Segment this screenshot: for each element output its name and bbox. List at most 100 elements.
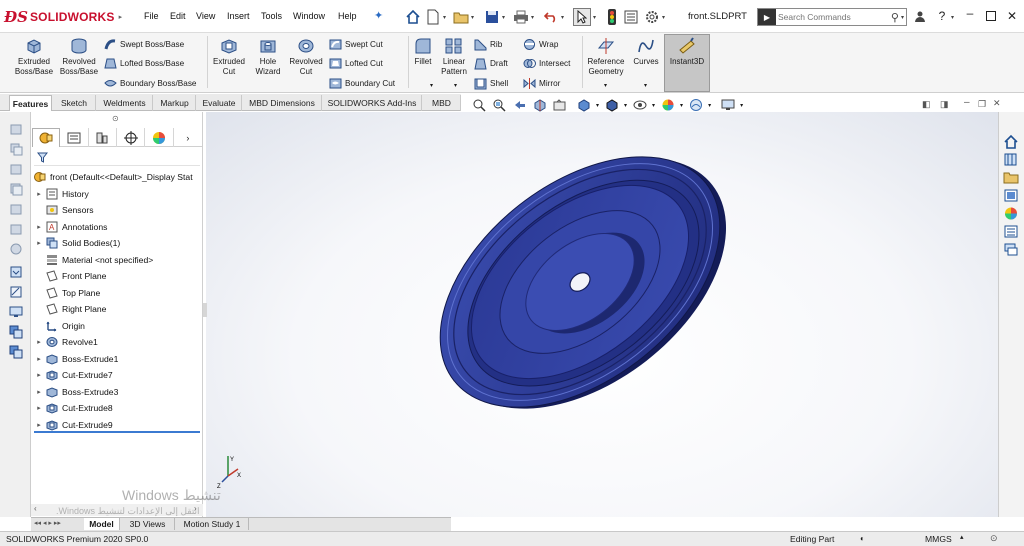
viewport-restore-right-icon[interactable]: ◨ bbox=[940, 99, 949, 110]
tab-weldments[interactable]: Weldments bbox=[97, 95, 153, 111]
design-library-icon[interactable] bbox=[1003, 152, 1019, 167]
view-orientation-dropdown-icon[interactable]: ▾ bbox=[596, 102, 599, 109]
menu-window[interactable]: Window bbox=[293, 11, 325, 21]
strip-part-icon[interactable] bbox=[9, 222, 23, 236]
revolved-cut-button[interactable]: Revolved Cut bbox=[287, 36, 325, 77]
expand-arrow-icon[interactable]: ▸ bbox=[34, 223, 44, 231]
undo-dropdown-icon[interactable]: ▾ bbox=[561, 14, 564, 21]
pattern-dropdown-icon[interactable]: ▾ bbox=[454, 82, 457, 89]
tree-item-cut-extrude8[interactable]: ▸ Cut-Extrude8 bbox=[34, 401, 113, 416]
tree-item-cut-extrude9[interactable]: ▸ Cut-Extrude9 bbox=[34, 417, 113, 432]
options-gear-icon[interactable] bbox=[643, 8, 661, 26]
extruded-cut-button[interactable]: Extruded Cut bbox=[209, 36, 249, 77]
strip-block-icon[interactable] bbox=[9, 202, 23, 216]
tab-evaluate[interactable]: Evaluate bbox=[197, 95, 242, 111]
tree-item-annotations[interactable]: ▸ A Annotations bbox=[34, 219, 107, 234]
pin-icon[interactable]: ✦ bbox=[374, 9, 383, 22]
panel-splitter-handle[interactable] bbox=[203, 303, 207, 317]
expand-arrow-icon[interactable]: ▸ bbox=[34, 371, 44, 379]
new-dropdown-icon[interactable]: ▾ bbox=[443, 14, 446, 21]
extruded-boss-button[interactable]: Extruded Boss/Base bbox=[12, 36, 56, 77]
strip-gear-icon[interactable] bbox=[9, 242, 23, 256]
swept-boss-button[interactable]: Swept Boss/Base bbox=[104, 38, 184, 51]
draft-button[interactable]: Draft bbox=[474, 57, 508, 70]
tab-display-manager[interactable] bbox=[145, 128, 174, 147]
section-view-icon[interactable] bbox=[532, 98, 547, 113]
viewport-minimize-icon[interactable]: – bbox=[964, 97, 970, 108]
print-dropdown-icon[interactable]: ▾ bbox=[531, 14, 534, 21]
search-icon[interactable]: ⚲ bbox=[891, 11, 899, 24]
tab-property-manager[interactable] bbox=[60, 128, 89, 147]
options-dropdown-icon[interactable]: ▾ bbox=[662, 14, 665, 21]
tabs-nav-icons[interactable]: ◂◂ ◂ ▸ ▸▸ bbox=[34, 519, 61, 527]
graphics-area[interactable]: Y Z X bbox=[206, 112, 998, 517]
search-dropdown-icon[interactable]: ▾ bbox=[901, 14, 904, 21]
help-question-icon[interactable]: ? bbox=[934, 9, 950, 23]
status-rebuild-icon[interactable]: ◐ bbox=[860, 534, 865, 543]
motion-study-tab[interactable]: Motion Study 1 bbox=[176, 518, 249, 530]
tree-item-material-not-specified[interactable]: Material <not specified> bbox=[34, 252, 153, 267]
strip-mate-icon[interactable] bbox=[9, 325, 23, 339]
save-dropdown-icon[interactable]: ▾ bbox=[502, 14, 505, 21]
print-icon[interactable] bbox=[512, 8, 530, 26]
expand-arrow-icon[interactable]: ▸ bbox=[34, 421, 44, 429]
maximize-icon[interactable] bbox=[983, 9, 999, 23]
tree-item-top-plane[interactable]: Top Plane bbox=[34, 285, 100, 300]
appearances-scenes-icon[interactable] bbox=[1003, 206, 1019, 221]
hide-show-items-icon[interactable] bbox=[632, 98, 647, 113]
home-icon[interactable] bbox=[404, 8, 422, 26]
view-orientation-icon[interactable] bbox=[576, 98, 591, 113]
menu-edit[interactable]: Edit bbox=[170, 11, 186, 21]
strip-filter-icon[interactable] bbox=[9, 265, 23, 279]
status-help-icon[interactable]: ⊙ bbox=[990, 533, 998, 544]
tab-sketch[interactable]: Sketch bbox=[53, 95, 96, 111]
fillet-button[interactable]: Fillet bbox=[410, 36, 436, 67]
swept-cut-button[interactable]: Swept Cut bbox=[329, 38, 383, 51]
view-palette-icon[interactable] bbox=[1003, 188, 1019, 203]
reference-dropdown-icon[interactable]: ▾ bbox=[604, 82, 607, 89]
3d-views-tab[interactable]: 3D Views bbox=[121, 518, 175, 530]
strip-extrude-icon[interactable] bbox=[9, 122, 23, 136]
tab-feature-tree[interactable] bbox=[32, 128, 61, 147]
strip-assembly-icon[interactable] bbox=[9, 345, 23, 359]
menu-help[interactable]: Help bbox=[338, 11, 357, 21]
tree-item-front-plane[interactable]: Front Plane bbox=[34, 269, 106, 284]
strip-display-icon[interactable] bbox=[9, 305, 23, 319]
wrap-button[interactable]: Wrap bbox=[523, 38, 558, 51]
reference-geometry-button[interactable]: Reference Geometry bbox=[584, 36, 628, 77]
open-dropdown-icon[interactable]: ▾ bbox=[471, 14, 474, 21]
tab-features[interactable]: Features bbox=[9, 95, 52, 111]
tree-item-boss-extrude3[interactable]: ▸ Boss-Extrude3 bbox=[34, 384, 118, 399]
lofted-boss-button[interactable]: Lofted Boss/Base bbox=[104, 57, 184, 70]
strip-stack-icon[interactable] bbox=[9, 182, 23, 196]
tree-item-origin[interactable]: Origin bbox=[34, 318, 85, 333]
select-cursor-icon[interactable] bbox=[573, 8, 591, 26]
file-properties-icon[interactable] bbox=[622, 8, 640, 26]
curves-dropdown-icon[interactable]: ▾ bbox=[644, 82, 647, 89]
strip-sketch-icon[interactable] bbox=[9, 285, 23, 299]
display-style-icon[interactable] bbox=[604, 98, 619, 113]
viewport-restore-left-icon[interactable]: ◧ bbox=[922, 99, 931, 110]
menu-view[interactable]: View bbox=[196, 11, 215, 21]
tab-dimxpert-manager[interactable] bbox=[117, 128, 146, 147]
minimize-icon[interactable]: – bbox=[962, 6, 978, 20]
previous-view-icon[interactable] bbox=[512, 98, 527, 113]
part-model[interactable] bbox=[206, 112, 998, 517]
scene-dropdown-icon[interactable]: ▾ bbox=[708, 102, 711, 109]
strip-copy-icon[interactable] bbox=[9, 142, 23, 156]
expand-arrow-icon[interactable]: ▸ bbox=[34, 239, 44, 247]
viewport-restore-icon[interactable]: ❐ bbox=[978, 99, 986, 110]
view-settings-dropdown-icon[interactable]: ▾ bbox=[740, 102, 743, 109]
hide-show-dropdown-icon[interactable]: ▾ bbox=[652, 102, 655, 109]
expand-arrow-icon[interactable]: ▸ bbox=[34, 338, 44, 346]
boundary-cut-button[interactable]: Boundary Cut bbox=[329, 77, 395, 90]
tab-mbd[interactable]: MBD bbox=[423, 95, 461, 111]
apply-scene-icon[interactable] bbox=[688, 98, 703, 113]
tab-scroll-right[interactable]: › bbox=[174, 128, 202, 147]
view-settings-icon[interactable] bbox=[720, 98, 735, 113]
hole-wizard-button[interactable]: Hole Wizard bbox=[250, 36, 286, 77]
tab-solidworks-addins[interactable]: SOLIDWORKS Add-Ins bbox=[323, 95, 422, 111]
tab-markup[interactable]: Markup bbox=[154, 95, 196, 111]
tree-item-right-plane[interactable]: Right Plane bbox=[34, 302, 106, 317]
menu-insert[interactable]: Insert bbox=[227, 11, 250, 21]
